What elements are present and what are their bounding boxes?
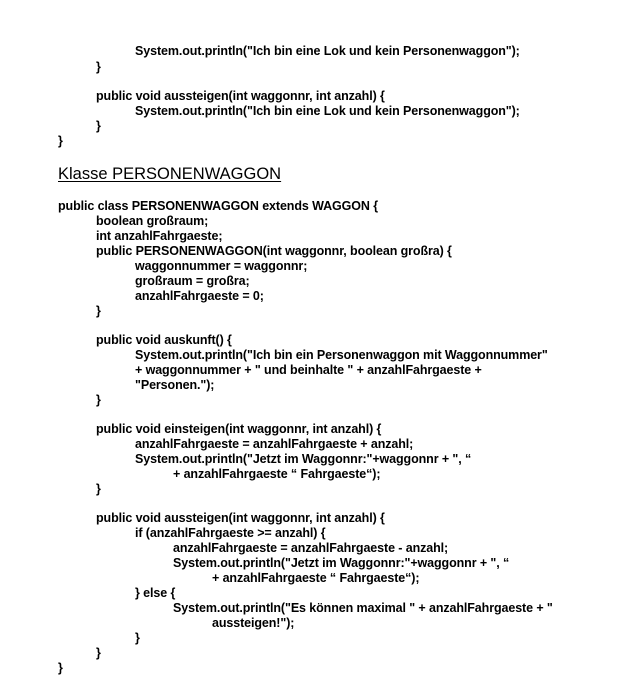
code-line: } [96,60,101,74]
code-line: + anzahlFahrgaeste “ Fahrgaeste“); [173,467,381,481]
code-line: public void aussteigen(int waggonnr, int… [96,89,385,103]
code-line: } [96,119,101,133]
code-line: } [96,304,101,318]
code-line: + waggonnummer + " und beinhalte " + anz… [135,363,482,377]
code-line: "Personen."); [135,378,215,392]
code-line: public void auskunft() { [96,333,232,347]
section-heading: Klasse PERSONENWAGGON [58,165,282,183]
code-line: großraum = großra; [135,274,250,288]
code-line: } [96,482,101,496]
code-line: aussteigen!"); [212,616,295,630]
code-line: } [96,393,101,407]
code-line: if (anzahlFahrgaeste >= anzahl) { [135,526,326,540]
code-line: } else { [135,586,176,600]
code-line: anzahlFahrgaeste = 0; [135,289,264,303]
code-line: System.out.println("Ich bin ein Personen… [135,348,548,362]
code-line: anzahlFahrgaeste = anzahlFahrgaeste + an… [135,437,414,451]
code-line: anzahlFahrgaeste = anzahlFahrgaeste - an… [173,541,449,555]
code-line: System.out.println("Jetzt im Waggonnr:"+… [135,452,472,466]
code-line: } [58,661,63,675]
code-line: System.out.println("Ich bin eine Lok und… [135,104,520,118]
code-line: } [135,631,140,645]
code-line: public void einsteigen(int waggonnr, int… [96,422,382,436]
code-line: waggonnummer = waggonnr; [135,259,308,273]
code-line: } [58,134,63,148]
code-line: public void aussteigen(int waggonnr, int… [96,511,385,525]
code-line: } [96,646,101,660]
code-line: public PERSONENWAGGON(int waggonnr, bool… [96,244,452,258]
code-line: System.out.println("Es können maximal " … [173,601,553,615]
code-line: boolean großraum; [96,214,209,228]
code-line: + anzahlFahrgaeste “ Fahrgaeste“); [212,571,420,585]
code-line: int anzahlFahrgaeste; [96,229,223,243]
code-line: System.out.println("Ich bin eine Lok und… [135,44,520,58]
code-line: public class PERSONENWAGGON extends WAGG… [58,199,378,213]
code-line: System.out.println("Jetzt im Waggonnr:"+… [173,556,510,570]
document-page: System.out.println("Ich bin eine Lok und… [0,0,639,693]
